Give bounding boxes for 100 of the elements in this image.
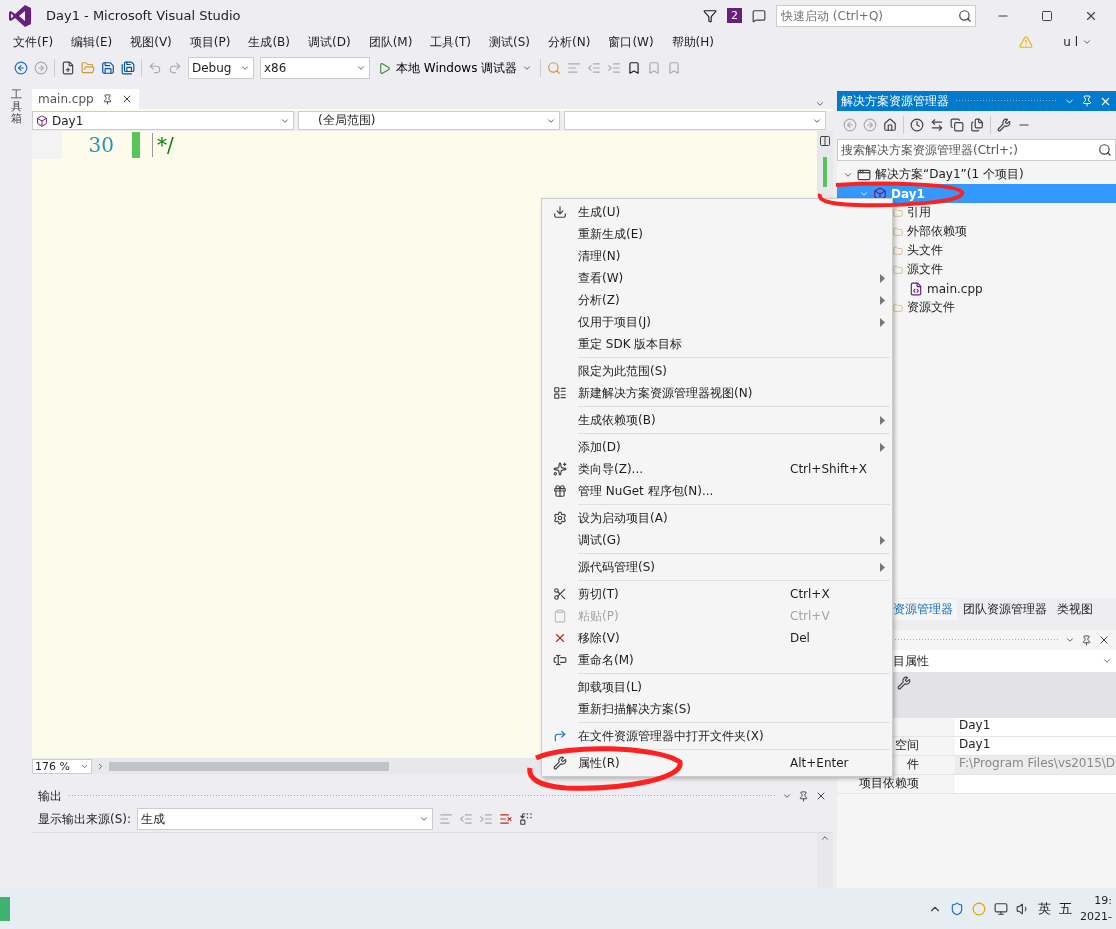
clock-icon[interactable] — [910, 118, 924, 132]
menu-item[interactable]: 分析(N) — [539, 33, 600, 51]
change-marker — [132, 132, 140, 158]
scroll-left-icon[interactable] — [96, 761, 105, 771]
project-icon — [36, 114, 48, 127]
save-icon[interactable] — [101, 61, 115, 75]
menu-item[interactable]: 源代码管理(S) — [542, 556, 892, 578]
caret-icon[interactable] — [815, 99, 825, 109]
quick-launch-field[interactable]: 快速启动 (Ctrl+Q) — [776, 4, 976, 27]
app-icon[interactable] — [0, 896, 10, 921]
menu-item[interactable]: 管理 NuGet 程序包(N)... — [542, 480, 892, 502]
split-icon[interactable] — [819, 135, 831, 147]
source-dropdown[interactable]: 生成 — [137, 808, 434, 830]
save-all-icon[interactable] — [121, 61, 135, 75]
warning-icon — [1019, 35, 1034, 49]
project-dropdown[interactable]: Day1 — [32, 111, 294, 130]
menu-item[interactable]: 新建解决方案资源管理器视图(N) — [542, 382, 892, 404]
menu-item[interactable]: 属性(R) Alt+Enter — [542, 752, 892, 774]
run-button[interactable]: 本地 Windows 调试器 — [376, 59, 535, 77]
menu-item[interactable]: 移除(V) Del — [542, 627, 892, 649]
menu-item[interactable]: 重定 SDK 版本目标 — [542, 333, 892, 355]
input-method[interactable]: 五 — [1059, 899, 1073, 918]
pin-icon[interactable] — [101, 93, 113, 105]
caret-icon — [356, 63, 366, 73]
scope-dropdown[interactable]: (全局范围) — [298, 111, 560, 130]
document-tab[interactable]: main.cpp — [32, 89, 139, 109]
scrollbar-thumb[interactable] — [109, 761, 389, 771]
wrench-icon[interactable] — [997, 118, 1011, 132]
menu-item[interactable]: 窗口(W) — [599, 33, 663, 51]
shield-icon[interactable] — [950, 901, 965, 916]
change-marker — [823, 157, 827, 187]
menu-item[interactable]: 文件(F) — [4, 33, 63, 51]
menu-item[interactable]: 设为启动项目(A) — [542, 507, 892, 529]
collapse-all-icon[interactable] — [950, 118, 964, 132]
platform-dropdown[interactable]: x86 — [260, 57, 370, 79]
menu-item[interactable]: 编辑(E) — [62, 33, 122, 51]
play-icon — [378, 61, 391, 75]
panel-title: 解决方案资源管理器 — [841, 92, 949, 110]
pin-icon[interactable] — [1081, 95, 1093, 107]
window-title: Day1 - Microsoft Visual Studio — [46, 8, 242, 23]
menu-item[interactable]: 卸载项目(L) — [542, 676, 892, 698]
caret-icon — [522, 63, 533, 73]
toolbox-tab[interactable]: 工具箱 — [10, 89, 22, 888]
menu-item[interactable]: 剪切(T) Ctrl+X — [542, 583, 892, 605]
close-icon[interactable] — [1098, 634, 1110, 646]
open-folder-icon[interactable] — [81, 61, 95, 75]
pin-icon[interactable] — [798, 790, 809, 802]
menu-item[interactable]: 项目(P) — [180, 33, 240, 51]
show-all-files-icon[interactable] — [970, 118, 984, 132]
panel-tab[interactable]: 团队资源管理器 — [959, 599, 1051, 620]
menu-item[interactable]: 测试(S) — [480, 33, 540, 51]
menu-item[interactable]: 工具(T) — [421, 33, 481, 51]
settings-icon — [553, 511, 567, 525]
network-icon[interactable] — [994, 901, 1009, 916]
bookmark-icon[interactable] — [627, 61, 642, 75]
sync-icon[interactable] — [930, 118, 944, 132]
zoom-dropdown[interactable]: 176 % — [32, 758, 92, 774]
caret-icon[interactable] — [1065, 635, 1075, 645]
menu-item[interactable]: 调试(D) — [299, 33, 360, 51]
filter-icon[interactable] — [703, 8, 717, 23]
tree-item[interactable]: 解决方案“Day1”(1 个项目) — [837, 165, 1116, 184]
menu-item[interactable]: 帮助(H) — [662, 33, 723, 51]
clock-date: 2021- — [1080, 908, 1112, 925]
pin-icon[interactable] — [1081, 634, 1092, 646]
back-icon[interactable] — [14, 61, 28, 75]
menu-item[interactable]: 在文件资源管理器中打开文件夹(X) — [542, 725, 892, 747]
project-icon — [873, 186, 887, 201]
package-icon — [553, 484, 567, 498]
menu-item[interactable]: 限定为此范围(S) — [542, 360, 892, 382]
menu-item[interactable]: 重新扫描解决方案(S) — [542, 698, 892, 720]
wrench-icon[interactable] — [897, 676, 911, 690]
menu-item[interactable]: 生成(B) — [239, 33, 299, 51]
property-value[interactable]: Day1 — [955, 718, 1116, 736]
close-icon[interactable] — [815, 790, 827, 802]
configuration-dropdown[interactable]: Debug — [188, 57, 254, 79]
feedback-icon[interactable] — [752, 8, 766, 23]
window-list-icon — [553, 386, 567, 400]
search-field[interactable]: 搜索解决方案资源管理器(Ctrl+;) — [837, 139, 1116, 161]
rename-icon — [553, 653, 567, 667]
input-language[interactable]: 英 — [1038, 899, 1052, 918]
menu-item[interactable]: 生成依赖项(B) — [542, 409, 892, 431]
home-icon[interactable] — [883, 118, 897, 132]
new-file-icon[interactable] — [61, 61, 75, 75]
menu-item[interactable]: 调试(G) — [542, 529, 892, 551]
menu-item[interactable]: 视图(V) — [121, 33, 181, 51]
menu-item[interactable]: 类向导(Z)... Ctrl+Shift+X — [542, 458, 892, 480]
user-name[interactable]: u l — [1063, 35, 1078, 49]
folder-icon — [893, 264, 903, 275]
maximize-icon[interactable] — [1041, 9, 1053, 22]
menu-item[interactable]: 团队(M) — [359, 33, 422, 51]
word-wrap-icon[interactable] — [519, 812, 534, 826]
caret-icon — [1102, 656, 1112, 666]
sparkle-icon — [553, 462, 567, 476]
caret-icon[interactable] — [782, 791, 792, 801]
panel-tab[interactable]: 类视图 — [1053, 599, 1097, 620]
property-value[interactable]: Day1 — [955, 737, 1116, 755]
scroll-up-icon[interactable] — [820, 833, 830, 843]
caret-icon — [1082, 37, 1092, 47]
menu-item[interactable]: 添加(D) — [542, 436, 892, 458]
clear-all-icon[interactable] — [499, 812, 514, 826]
